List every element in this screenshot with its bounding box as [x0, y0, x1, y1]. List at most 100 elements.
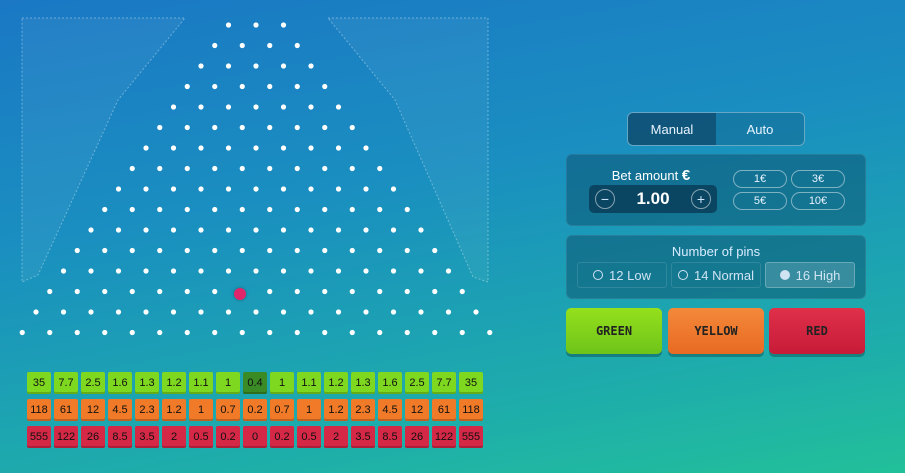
multiplier-cell: 2.5	[81, 372, 105, 394]
multiplier-cell: 1	[216, 372, 240, 394]
pin	[280, 186, 287, 192]
pin	[267, 329, 273, 336]
pin	[170, 145, 177, 151]
multiplier-cell: 0.5	[297, 426, 321, 448]
pin	[294, 206, 300, 213]
multiplier-cell: 2	[324, 426, 348, 448]
multiplier-cell: 1.6	[378, 372, 402, 394]
pin	[212, 288, 218, 295]
pins-label: Number of pins	[671, 244, 761, 259]
green-button[interactable]: GREEN	[566, 308, 662, 354]
pin	[47, 288, 53, 295]
multiplier-cell: 2	[162, 426, 186, 448]
multiplier-cell: 118	[459, 399, 483, 421]
pin	[418, 309, 424, 315]
pin	[129, 165, 135, 172]
multiplier-cell: 7.7	[432, 372, 456, 394]
pin	[404, 206, 410, 213]
multiplier-cell: 118	[27, 399, 51, 421]
pin	[267, 288, 273, 295]
pin	[267, 247, 273, 254]
pin	[253, 63, 259, 69]
pin	[19, 329, 25, 336]
quick-bet-10[interactable]: 10€	[791, 192, 845, 210]
pins-option-14-normal[interactable]: 14 Normal	[671, 262, 761, 288]
multiplier-cell: 4.5	[378, 399, 402, 421]
pin	[184, 247, 190, 254]
pin	[280, 268, 287, 274]
pin	[267, 165, 273, 172]
pins-option-16-high[interactable]: 16 High	[765, 262, 855, 288]
pins-option-12-low[interactable]: 12 Low	[577, 262, 667, 288]
increase-bet-button[interactable]: +	[691, 189, 711, 209]
yellow-button[interactable]: YELLOW	[668, 308, 764, 354]
red-button[interactable]: RED	[769, 308, 865, 354]
pin	[115, 186, 122, 192]
pin	[225, 309, 232, 315]
pin	[47, 329, 53, 336]
multiplier-cell: 26	[81, 426, 105, 448]
multiplier-cell: 3.5	[135, 426, 159, 448]
radio-icon	[678, 270, 689, 280]
manual-tab[interactable]: Manual	[628, 113, 716, 145]
pin	[102, 247, 108, 254]
pin	[267, 206, 273, 213]
quick-bet-1[interactable]: 1€	[733, 170, 787, 188]
pin	[349, 329, 355, 336]
pin	[418, 227, 424, 233]
pin	[267, 83, 273, 90]
pin	[363, 268, 369, 274]
pin	[129, 288, 135, 295]
quick-bet-3[interactable]: 3€	[791, 170, 845, 188]
pin	[377, 206, 383, 213]
pin	[184, 83, 190, 90]
multiplier-cell: 122	[54, 426, 78, 448]
pin	[129, 206, 135, 213]
multiplier-cell: 0.7	[270, 399, 294, 421]
pin	[253, 227, 259, 233]
pin	[404, 288, 410, 295]
pin	[225, 145, 232, 151]
mode-toggle: Manual Auto	[627, 112, 805, 146]
pin	[390, 186, 397, 192]
pin	[253, 309, 259, 315]
pin	[445, 268, 452, 274]
pin	[335, 268, 342, 274]
multiplier-cell: 3.5	[351, 426, 375, 448]
pin	[280, 22, 287, 28]
bet-panel: Bet amount € − 1.00 + 1€ 3€ 5€ 10€	[566, 154, 866, 226]
pin	[170, 309, 177, 315]
quick-bet-5[interactable]: 5€	[733, 192, 787, 210]
multiplier-cell: 0.4	[243, 372, 267, 394]
pin	[404, 329, 410, 336]
pin	[115, 268, 122, 274]
pin	[212, 124, 218, 131]
pin	[198, 309, 204, 315]
pin	[390, 227, 397, 233]
pin	[184, 206, 190, 213]
pin	[239, 206, 245, 213]
pin	[33, 309, 39, 315]
decrease-bet-button[interactable]: −	[595, 189, 615, 209]
pin	[322, 124, 328, 131]
multiplier-cell: 1.6	[108, 372, 132, 394]
multiplier-cell: 555	[27, 426, 51, 448]
pin	[294, 42, 300, 49]
pin	[212, 42, 218, 49]
pin	[363, 227, 369, 233]
pin	[280, 145, 287, 151]
pin	[294, 165, 300, 172]
multiplier-cell: 12	[405, 399, 429, 421]
pin	[294, 329, 300, 336]
multiplier-cell: 1	[270, 372, 294, 394]
bet-amount-field[interactable]: − 1.00 +	[589, 185, 717, 213]
ball	[234, 288, 246, 300]
pin	[349, 247, 355, 254]
pin	[322, 329, 328, 336]
pin	[294, 83, 300, 90]
auto-tab[interactable]: Auto	[716, 113, 804, 145]
pin	[184, 165, 190, 172]
radio-icon	[779, 270, 790, 280]
multiplier-cell: 61	[54, 399, 78, 421]
pin	[212, 206, 218, 213]
